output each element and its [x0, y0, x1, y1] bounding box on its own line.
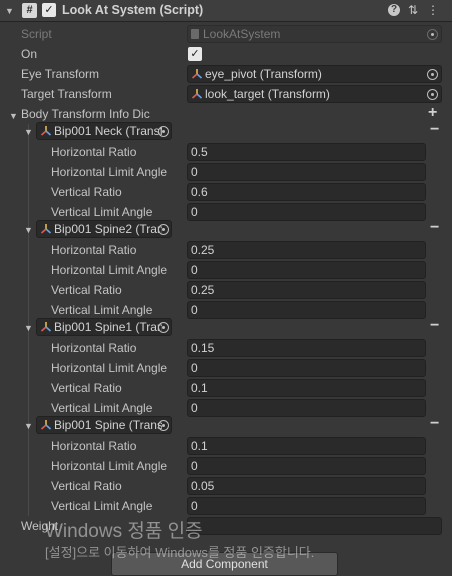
activation-watermark-title: Windows 정품 인증	[45, 521, 203, 542]
entry-fold-icon[interactable]: ▼	[24, 421, 33, 431]
entry-row-value-field[interactable]: 0.25	[187, 281, 426, 299]
entry-key-value: Bip001 Spine1 (Transform)	[54, 320, 162, 334]
entry-row-label: Vertical Limit Angle	[51, 303, 153, 317]
component-header: ▼ # ✓ Look At System (Script) ? ⇅ ⋮	[0, 0, 452, 22]
entry-key-value: Bip001 Neck (Transform)	[54, 124, 162, 138]
entry-row-label: Horizontal Ratio	[51, 145, 137, 159]
entry-key-field[interactable]: Bip001 Neck (Transform)	[36, 122, 172, 140]
entry-key-value: Bip001 Spine (Transform)	[54, 418, 162, 432]
remove-entry-icon[interactable]: −	[430, 318, 439, 334]
object-picker-icon	[427, 29, 438, 40]
help-icon[interactable]: ?	[387, 3, 401, 17]
on-label: On	[21, 47, 38, 61]
object-picker-icon[interactable]	[427, 69, 438, 80]
entry-row-value-field[interactable]: 0.6	[187, 183, 426, 201]
entry-key-field[interactable]: Bip001 Spine1 (Transform)	[36, 318, 172, 336]
transform-icon	[191, 69, 203, 79]
object-picker-icon[interactable]	[158, 322, 169, 333]
entry-row-label: Horizontal Limit Angle	[51, 459, 168, 473]
entry-row-value-field[interactable]: 0.25	[187, 241, 426, 259]
entry-row-value-field[interactable]: 0.5	[187, 143, 426, 161]
entry-fold-icon[interactable]: ▼	[24, 323, 33, 333]
object-picker-icon[interactable]	[158, 420, 169, 431]
script-label: Script	[21, 27, 52, 41]
target-transform-label: Target Transform	[21, 87, 112, 101]
entry-row-label: Vertical Limit Angle	[51, 401, 153, 415]
eye-transform-label: Eye Transform	[21, 67, 100, 81]
add-entry-icon[interactable]: +	[428, 105, 437, 121]
script-icon: #	[22, 3, 37, 18]
target-transform-value: look_target (Transform)	[205, 87, 330, 101]
entry-row-value-field[interactable]: 0	[187, 457, 426, 475]
remove-entry-icon[interactable]: −	[430, 416, 439, 432]
object-picker-icon[interactable]	[158, 126, 169, 137]
entry-row-label: Horizontal Ratio	[51, 341, 137, 355]
entry-row-value-field[interactable]: 0	[187, 359, 426, 377]
remove-entry-icon[interactable]: −	[430, 122, 439, 138]
script-field: LookAtSystem	[187, 25, 442, 43]
target-transform-field[interactable]: look_target (Transform)	[187, 85, 442, 103]
entry-row-value-field[interactable]: 0	[187, 497, 426, 515]
entry-row-label: Vertical Ratio	[51, 283, 122, 297]
entry-row-value-field[interactable]: 0.1	[187, 437, 426, 455]
entry-fold-icon[interactable]: ▼	[24, 127, 33, 137]
activation-watermark-subtitle: [설정]으로 이동하여 Windows를 정품 인증합니다.	[45, 545, 315, 560]
transform-icon	[40, 224, 52, 234]
entry-row-value-field[interactable]: 0	[187, 261, 426, 279]
entry-row-label: Horizontal Limit Angle	[51, 361, 168, 375]
entry-row-value-field[interactable]: 0	[187, 203, 426, 221]
entry-row-value-field[interactable]: 0.1	[187, 379, 426, 397]
entry-row-value-field[interactable]: 0.05	[187, 477, 426, 495]
dict-label: Body Transform Info Dic	[21, 107, 150, 121]
entry-row-label: Horizontal Ratio	[51, 243, 137, 257]
transform-icon	[40, 126, 52, 136]
entry-row-label: Vertical Limit Angle	[51, 499, 153, 513]
entry-row-value-field[interactable]: 0	[187, 301, 426, 319]
script-file-icon	[191, 29, 199, 39]
eye-transform-field[interactable]: eye_pivot (Transform)	[187, 65, 442, 83]
entry-row-value-field[interactable]: 0	[187, 399, 426, 417]
script-value: LookAtSystem	[203, 27, 281, 41]
enabled-checkbox[interactable]: ✓	[42, 3, 56, 17]
entry-key-field[interactable]: Bip001 Spine2 (Transform)	[36, 220, 172, 238]
entry-row-label: Horizontal Limit Angle	[51, 165, 168, 179]
entry-row-label: Vertical Limit Angle	[51, 205, 153, 219]
entry-row-label: Vertical Ratio	[51, 479, 122, 493]
on-checkbox[interactable]: ✓	[188, 47, 202, 61]
entry-key-field[interactable]: Bip001 Spine (Transform)	[36, 416, 172, 434]
entry-row-label: Vertical Ratio	[51, 381, 122, 395]
object-picker-icon[interactable]	[427, 89, 438, 100]
dict-guide-line	[28, 124, 29, 516]
transform-icon	[40, 420, 52, 430]
entry-row-label: Vertical Ratio	[51, 185, 122, 199]
transform-icon	[191, 89, 203, 99]
object-picker-icon[interactable]	[158, 224, 169, 235]
entry-fold-icon[interactable]: ▼	[24, 225, 33, 235]
context-menu-icon[interactable]: ⋮	[426, 3, 440, 17]
dict-fold-icon[interactable]: ▼	[9, 111, 18, 121]
presets-icon[interactable]: ⇅	[406, 3, 420, 17]
weight-field[interactable]	[187, 517, 442, 535]
component-title: Look At System (Script)	[62, 3, 204, 17]
transform-icon	[40, 322, 52, 332]
fold-arrow-icon[interactable]: ▼	[5, 6, 15, 16]
entry-row-value-field[interactable]: 0	[187, 163, 426, 181]
entry-row-label: Horizontal Limit Angle	[51, 263, 168, 277]
entry-row-value-field[interactable]: 0.15	[187, 339, 426, 357]
remove-entry-icon[interactable]: −	[430, 220, 439, 236]
eye-transform-value: eye_pivot (Transform)	[205, 67, 322, 81]
entry-row-label: Horizontal Ratio	[51, 439, 137, 453]
entry-key-value: Bip001 Spine2 (Transform)	[54, 222, 162, 236]
